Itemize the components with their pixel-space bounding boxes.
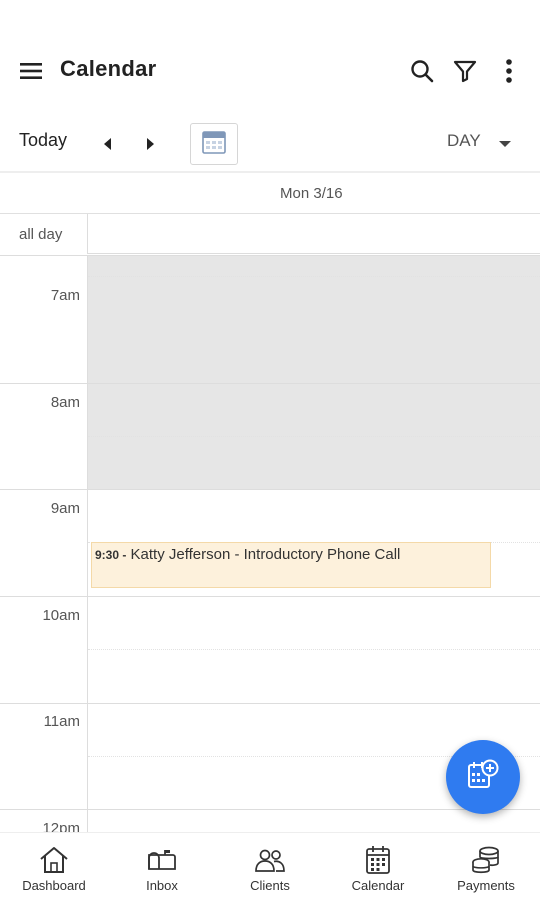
hour-line — [0, 383, 540, 384]
unavailable-time-block — [88, 255, 540, 489]
all-day-row: all day — [0, 213, 540, 254]
people-icon — [254, 845, 286, 875]
nav-tab-label: Clients — [250, 878, 290, 893]
date-picker-button[interactable] — [190, 123, 238, 165]
hour-line — [0, 809, 540, 810]
coins-icon — [470, 845, 502, 875]
day-header: Mon 3/16 — [0, 173, 540, 213]
more-vert-icon[interactable] — [495, 56, 523, 86]
all-day-slot[interactable] — [87, 214, 540, 254]
add-calendar-event-icon — [466, 758, 500, 797]
nav-tab-inbox[interactable]: Inbox — [108, 833, 216, 901]
add-appointment-button[interactable] — [446, 740, 520, 814]
time-label-11am: 11am — [43, 713, 80, 730]
time-label-8am: 8am — [50, 394, 80, 411]
previous-day-icon[interactable] — [98, 134, 118, 154]
next-day-icon[interactable] — [140, 134, 160, 154]
hamburger-menu-icon[interactable] — [18, 58, 44, 84]
page-title: Calendar — [60, 56, 157, 81]
nav-tab-label: Calendar — [351, 878, 405, 893]
calendar-icon — [362, 845, 394, 875]
mailbox-icon — [146, 845, 178, 875]
hour-line — [0, 489, 540, 490]
half-hour-line — [88, 436, 540, 437]
time-grid: 7am 8am 9am 10am 11am 12pm 9:30 - Katty … — [0, 255, 540, 833]
bottom-navigation: Dashboard Inbox Clients Calendar Payment… — [0, 832, 540, 901]
hour-line — [0, 703, 540, 704]
nav-tab-payments[interactable]: Payments — [432, 833, 540, 901]
home-icon — [38, 845, 70, 875]
half-hour-line — [88, 649, 540, 650]
calendar-toolbar: Today DAY — [0, 118, 540, 170]
app-bar: Calendar — [0, 0, 540, 110]
calendar-event[interactable]: 9:30 - Katty Jefferson - Introductory Ph… — [91, 542, 491, 588]
time-label-7am: 7am — [50, 287, 80, 304]
chevron-down-icon[interactable] — [498, 136, 512, 147]
today-button[interactable]: Today — [19, 130, 67, 151]
hour-line — [0, 255, 540, 256]
nav-tab-clients[interactable]: Clients — [216, 833, 324, 901]
time-label-10am: 10am — [42, 607, 80, 624]
nav-tab-calendar[interactable]: Calendar — [324, 833, 432, 901]
time-label-9am: 9am — [50, 500, 80, 517]
view-selector[interactable]: DAY — [447, 131, 481, 151]
event-title: Katty Jefferson - Introductory Phone Cal… — [130, 546, 401, 563]
nav-tab-label: Dashboard — [22, 878, 86, 893]
half-hour-line — [88, 276, 540, 277]
time-gutter-divider — [87, 255, 88, 833]
nav-tab-label: Inbox — [146, 878, 178, 893]
hour-line — [0, 596, 540, 597]
nav-tab-dashboard[interactable]: Dashboard — [0, 833, 108, 901]
calendar-icon — [201, 129, 227, 160]
day-calendar: Mon 3/16 all day 7am 8am 9am 10am 11am 1… — [0, 171, 540, 833]
nav-tab-label: Payments — [457, 878, 515, 893]
filter-icon[interactable] — [451, 56, 479, 86]
day-header-label: Mon 3/16 — [280, 185, 343, 202]
search-icon[interactable] — [408, 56, 436, 86]
all-day-label: all day — [19, 226, 63, 243]
event-time: 9:30 - — [95, 548, 127, 562]
